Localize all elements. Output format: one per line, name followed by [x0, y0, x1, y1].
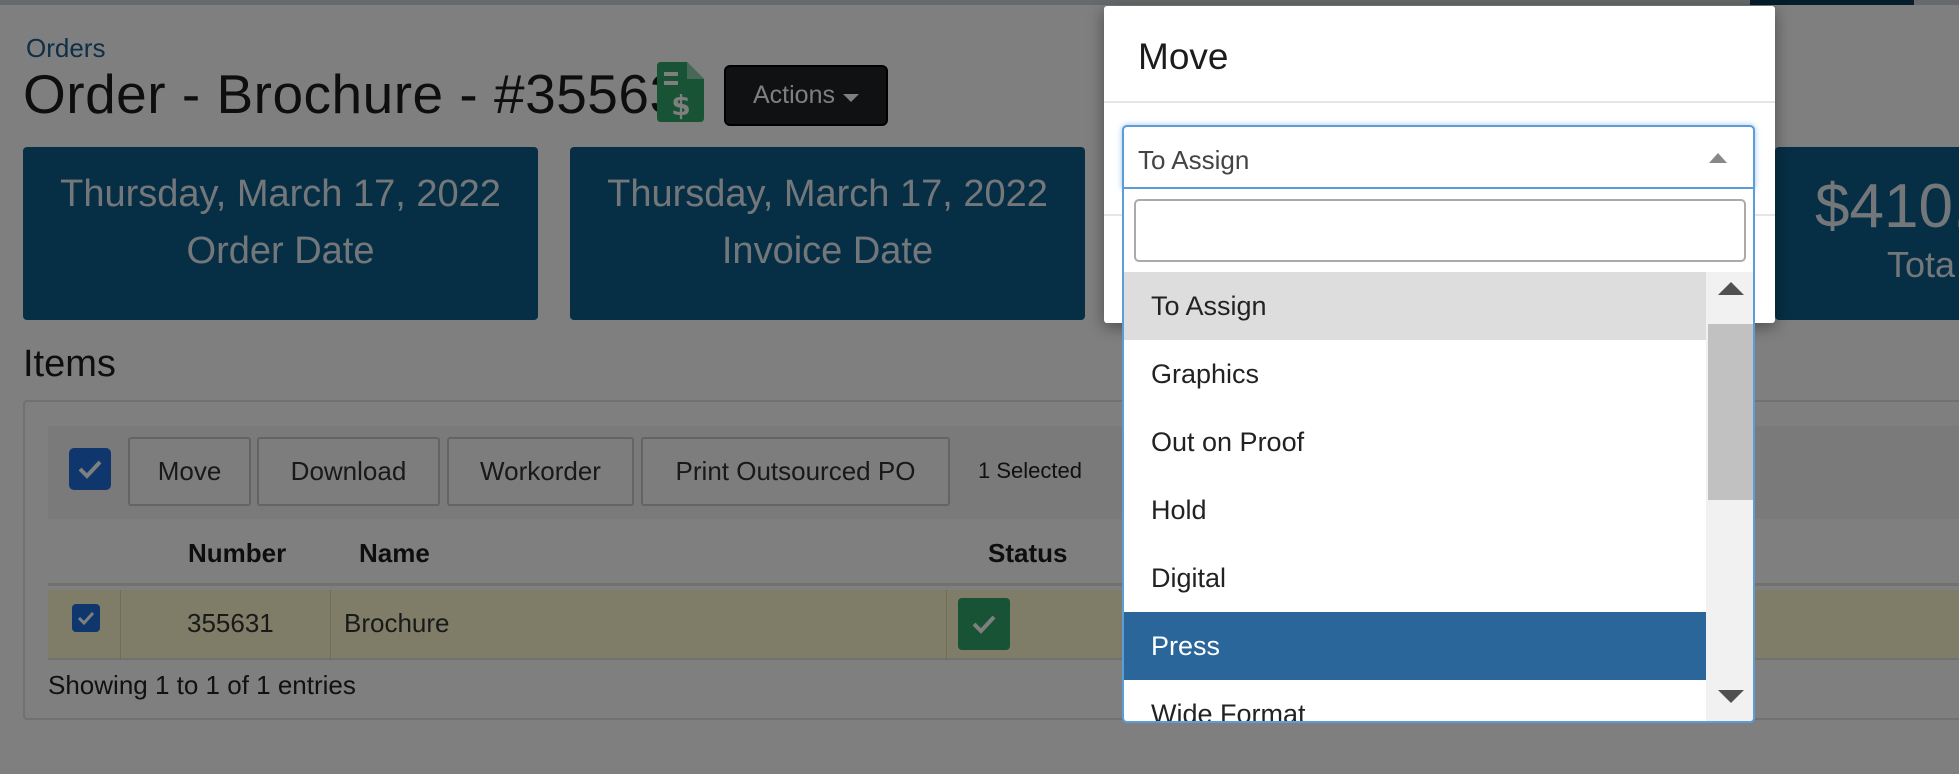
option-to-assign[interactable]: To Assign [1124, 272, 1706, 340]
option-wide-format[interactable]: Wide Format [1124, 680, 1706, 722]
modal-title: Move [1138, 36, 1229, 77]
scroll-down-arrow-icon[interactable] [1718, 690, 1744, 703]
caret-up-icon [1709, 153, 1727, 163]
scroll-thumb[interactable] [1708, 324, 1753, 500]
option-press[interactable]: Press [1124, 612, 1706, 680]
option-digital[interactable]: Digital [1124, 544, 1706, 612]
modal-divider [1104, 101, 1775, 103]
status-select[interactable]: To Assign [1122, 125, 1755, 189]
option-hold[interactable]: Hold [1124, 476, 1706, 544]
status-select-value: To Assign [1138, 145, 1250, 175]
status-dropdown: To Assign Graphics Out on Proof Hold Dig… [1122, 189, 1755, 723]
dropdown-search-input[interactable] [1134, 199, 1746, 262]
option-graphics[interactable]: Graphics [1124, 340, 1706, 408]
scroll-up-arrow-icon[interactable] [1718, 282, 1744, 295]
option-out-on-proof[interactable]: Out on Proof [1124, 408, 1706, 476]
option-list: To Assign Graphics Out on Proof Hold Dig… [1124, 272, 1706, 722]
dropdown-scrollbar[interactable] [1706, 272, 1753, 721]
